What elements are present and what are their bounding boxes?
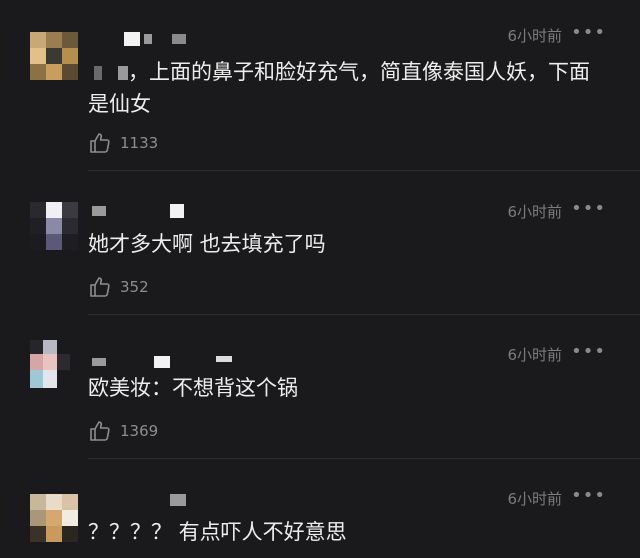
comment-text: 欧美妆：不想背这个锅: [88, 376, 298, 400]
username-redacted[interactable]: [92, 204, 202, 220]
avatar[interactable]: [30, 340, 70, 388]
thumbs-up-icon: [90, 277, 110, 297]
username-redacted-inline: [88, 66, 128, 80]
like-count: 1369: [120, 422, 159, 440]
avatar[interactable]: [30, 32, 78, 80]
avatar[interactable]: [30, 494, 78, 542]
comment-text: ？？？？ 有点吓人不好意思: [88, 520, 347, 544]
more-dots-icon[interactable]: •••: [571, 198, 606, 219]
comment-text: ，上面的鼻子和脸好充气，简直像泰国人妖，下面是仙女: [88, 60, 590, 116]
divider: [88, 170, 640, 171]
username-redacted[interactable]: [92, 354, 242, 370]
comment-text: 她才多大啊 也去填充了吗: [88, 232, 326, 256]
comment-item: 6小时前 ••• ，上面的鼻子和脸好充气，简直像泰国人妖，下面是仙女 1133: [0, 0, 640, 171]
like-count: 352: [120, 278, 149, 296]
comment-time: 6小时前: [507, 490, 562, 508]
comment-time: 6小时前: [507, 27, 562, 45]
more-dots-icon[interactable]: •••: [571, 341, 606, 362]
divider: [88, 458, 640, 459]
more-dots-icon[interactable]: •••: [571, 22, 606, 43]
comment-time: 6小时前: [507, 346, 562, 364]
more-dots-icon[interactable]: •••: [571, 485, 606, 506]
like-button[interactable]: 1133: [88, 130, 158, 156]
like-count: 1133: [120, 134, 159, 152]
thumbs-up-icon: [90, 421, 110, 441]
like-button[interactable]: 352: [88, 274, 149, 300]
divider: [88, 314, 640, 315]
username-redacted[interactable]: [92, 32, 202, 48]
comment-time: 6小时前: [507, 203, 562, 221]
avatar[interactable]: [30, 202, 78, 250]
thumbs-up-icon: [90, 133, 110, 153]
like-button[interactable]: 1369: [88, 418, 158, 444]
username-redacted[interactable]: [92, 494, 202, 510]
